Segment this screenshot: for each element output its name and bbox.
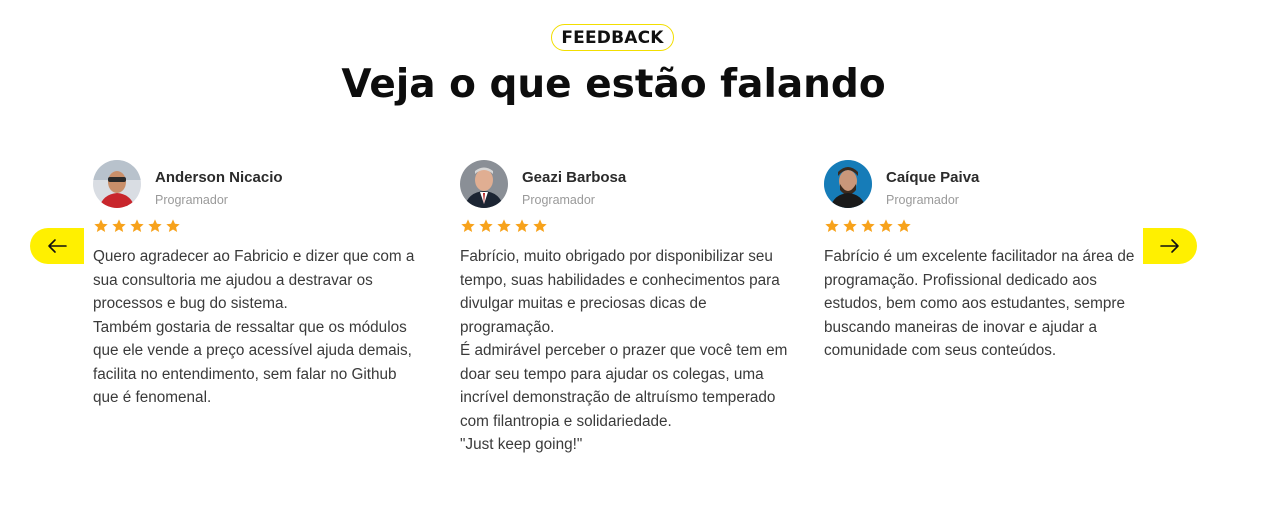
star-icon (515, 219, 529, 232)
testimonial-name: Geazi Barbosa (522, 169, 627, 186)
testimonial-text: Quero agradecer ao Fabricio e dizer que … (93, 248, 415, 406)
star-rating (824, 218, 912, 234)
arrow-left-icon (48, 239, 67, 253)
carousel-next-button[interactable] (1143, 228, 1197, 264)
star-rating (460, 218, 548, 234)
star-icon (533, 219, 547, 232)
testimonial-text: Fabrício, muito obrigado por disponibili… (460, 248, 788, 453)
avatar (460, 160, 508, 208)
star-icon (843, 219, 857, 232)
section-badge: FEEDBACK (551, 24, 674, 51)
arrow-right-icon (1160, 239, 1179, 253)
star-rating (93, 218, 181, 234)
star-icon (130, 219, 144, 232)
testimonial-role: Programador (155, 193, 228, 207)
star-icon (479, 219, 493, 232)
carousel-prev-button[interactable] (30, 228, 84, 264)
star-icon (861, 219, 875, 232)
testimonial-text: Fabrício é um excelente facilitador na á… (824, 248, 1135, 359)
testimonial-name: Caíque Paiva (886, 169, 980, 186)
avatar (93, 160, 141, 208)
star-icon (897, 219, 911, 232)
star-icon (166, 219, 180, 232)
star-icon (94, 219, 108, 232)
star-icon (148, 219, 162, 232)
avatar (824, 160, 872, 208)
testimonial-role: Programador (522, 193, 595, 207)
star-icon (497, 219, 511, 232)
section-title: Veja o que estão falando (341, 62, 886, 107)
star-icon (112, 219, 126, 232)
star-icon (461, 219, 475, 232)
star-icon (825, 219, 839, 232)
star-icon (879, 219, 893, 232)
testimonial-name: Anderson Nicacio (155, 169, 283, 186)
testimonial-role: Programador (886, 193, 959, 207)
